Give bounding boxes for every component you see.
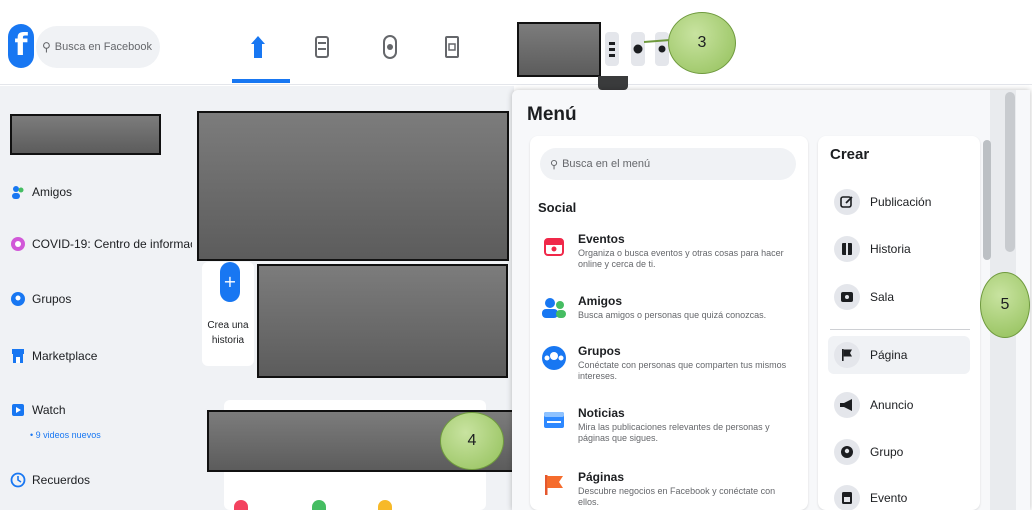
events-icon bbox=[540, 232, 568, 260]
menu-search-placeholder: Busca en el menú bbox=[562, 158, 651, 170]
menu-item-title: Páginas bbox=[578, 470, 625, 484]
menu-item-noticias[interactable]: Noticias Mira las publicaciones relevant… bbox=[540, 406, 800, 445]
create-divider bbox=[830, 329, 970, 330]
menu-item-amigos[interactable]: Amigos Busca amigos o personas que quizá… bbox=[540, 294, 800, 322]
feeling-icon bbox=[378, 500, 392, 510]
menu-item-title: Noticias bbox=[578, 406, 625, 420]
create-item-label: Sala bbox=[870, 290, 895, 304]
top-bar-divider bbox=[0, 84, 1032, 85]
menu-item-description: Busca amigos o personas que quizá conozc… bbox=[578, 310, 767, 320]
watch-new-videos-badge: • 9 videos nuevos bbox=[30, 430, 101, 440]
menu-item-description: Descubre negocios en Facebook y conéctat… bbox=[578, 486, 776, 508]
create-item-label: Anuncio bbox=[870, 398, 914, 412]
marketplace-icon[interactable] bbox=[378, 30, 402, 64]
sidebar-item-label: Grupos bbox=[32, 292, 72, 306]
sidebar-item-amigos[interactable]: Amigos bbox=[10, 184, 72, 200]
create-item-publicacion[interactable]: Publicación bbox=[828, 183, 970, 221]
pages-flag-icon bbox=[540, 470, 568, 498]
create-item-evento[interactable]: Evento bbox=[828, 479, 970, 510]
watch-icon bbox=[10, 402, 26, 418]
create-item-label: Evento bbox=[870, 491, 908, 505]
menu-item-description: Mira las publicaciones relevantes de per… bbox=[578, 422, 770, 444]
calendar-icon bbox=[834, 485, 860, 510]
video-icon bbox=[834, 284, 860, 310]
sidebar-item-marketplace[interactable]: Marketplace bbox=[10, 348, 97, 364]
create-item-grupo[interactable]: Grupo bbox=[828, 433, 970, 471]
create-item-label: Página bbox=[870, 348, 908, 362]
watch-icon[interactable] bbox=[310, 30, 334, 64]
menu-item-grupos[interactable]: Grupos Conéctate con personas que compar… bbox=[540, 344, 800, 383]
menu-item-title: Eventos bbox=[578, 232, 625, 246]
groups-icon bbox=[10, 291, 26, 307]
sidebar-item-grupos[interactable]: Grupos bbox=[10, 291, 71, 307]
redacted-profile-block bbox=[517, 22, 601, 77]
edit-icon bbox=[834, 189, 860, 215]
gaming-icon[interactable] bbox=[440, 30, 464, 64]
menu-item-title: Amigos bbox=[578, 294, 623, 308]
page-scrollbar-thumb[interactable] bbox=[1005, 92, 1015, 252]
sidebar-item-recuerdos[interactable]: Recuerdos bbox=[10, 472, 90, 488]
group-icon bbox=[834, 439, 860, 465]
photo-icon bbox=[312, 500, 326, 510]
create-section-heading: Crear bbox=[830, 146, 870, 163]
menu-item-paginas[interactable]: Páginas Descubre negocios en Facebook y … bbox=[540, 470, 800, 509]
home-tab-underline bbox=[232, 79, 290, 83]
book-icon bbox=[834, 236, 860, 262]
flag-icon bbox=[834, 342, 860, 368]
add-story-plus-icon[interactable]: + bbox=[220, 262, 240, 302]
search-icon: ⚲ bbox=[42, 40, 51, 54]
menu-grid-icon[interactable] bbox=[605, 32, 619, 66]
menu-item-title: Grupos bbox=[578, 344, 621, 358]
notifications-icon[interactable] bbox=[655, 32, 669, 66]
facebook-search-input[interactable]: ⚲ Busca en Facebook bbox=[36, 26, 160, 68]
sidebar-item-label: Marketplace bbox=[32, 349, 98, 363]
create-story-label: Crea una historia bbox=[207, 320, 249, 346]
menu-item-description: Organiza o busca eventos y otras cosas p… bbox=[578, 248, 784, 270]
news-icon bbox=[540, 406, 568, 434]
menu-scrollbar-thumb[interactable] bbox=[983, 140, 991, 260]
tooltip-tab bbox=[598, 76, 628, 90]
groups-icon bbox=[540, 344, 568, 372]
marketplace-icon bbox=[10, 348, 26, 364]
menu-item-description: Conéctate con personas que comparten tus… bbox=[578, 360, 787, 382]
create-item-sala[interactable]: Sala bbox=[828, 278, 970, 316]
menu-item-eventos[interactable]: Eventos Organiza o busca eventos y otras… bbox=[540, 232, 800, 271]
search-icon: ⚲ bbox=[550, 157, 559, 171]
search-placeholder: Busca en Facebook bbox=[54, 41, 153, 53]
callout-4: 4 bbox=[440, 412, 504, 470]
callout-3: 3 bbox=[668, 12, 736, 74]
social-section-card bbox=[530, 136, 808, 510]
redacted-stories-block bbox=[197, 111, 509, 261]
home-icon[interactable] bbox=[246, 30, 270, 64]
sidebar-item-label: COVID-19: Centro de información bbox=[32, 237, 213, 251]
create-item-label: Grupo bbox=[870, 445, 904, 459]
menu-title: Menú bbox=[527, 104, 577, 125]
live-video-icon bbox=[234, 500, 248, 510]
megaphone-icon bbox=[834, 392, 860, 418]
create-item-label: Publicación bbox=[870, 195, 932, 209]
sidebar-item-watch[interactable]: Watch bbox=[10, 402, 66, 418]
social-section-heading: Social bbox=[538, 200, 577, 215]
friends-icon bbox=[540, 294, 568, 322]
create-item-historia[interactable]: Historia bbox=[828, 230, 970, 268]
sidebar-item-covid[interactable]: COVID-19: Centro de información bbox=[10, 236, 212, 252]
create-item-pagina[interactable]: Página bbox=[828, 336, 970, 374]
memories-icon bbox=[10, 472, 26, 488]
sidebar-item-label: Recuerdos bbox=[32, 473, 91, 487]
friends-icon bbox=[10, 184, 26, 200]
callout-5: 5 bbox=[980, 272, 1030, 338]
covid-icon bbox=[10, 236, 26, 252]
create-item-label: Historia bbox=[870, 242, 911, 256]
redacted-user-block bbox=[10, 114, 161, 155]
create-item-anuncio[interactable]: Anuncio bbox=[828, 386, 970, 424]
facebook-logo-icon[interactable]: f bbox=[8, 24, 34, 68]
redacted-story-preview-block bbox=[257, 264, 508, 378]
menu-search-input[interactable]: ⚲ Busca en el menú bbox=[540, 148, 796, 180]
sidebar-item-label: Watch bbox=[32, 403, 66, 417]
messenger-icon[interactable] bbox=[631, 32, 645, 66]
sidebar-item-label: Amigos bbox=[32, 185, 73, 199]
